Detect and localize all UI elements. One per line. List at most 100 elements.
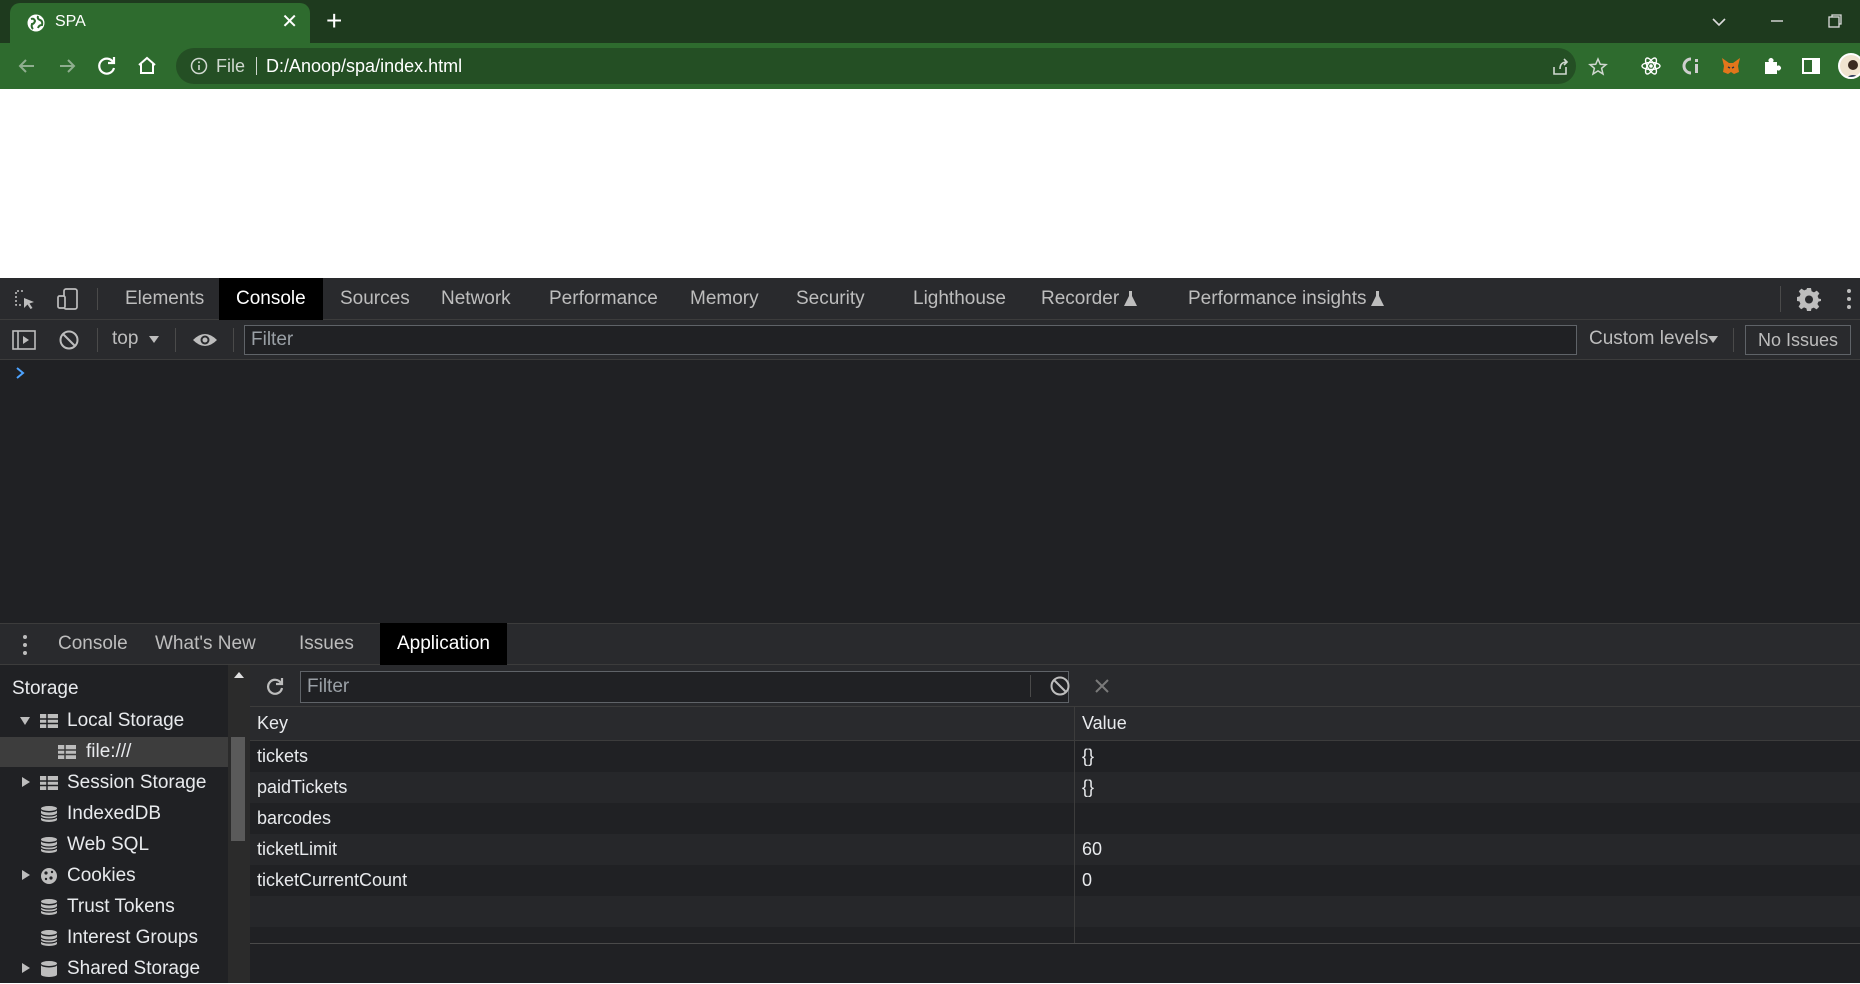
tree-item-label: IndexedDB	[67, 803, 162, 824]
table-row[interactable]: ticketLimit 60	[250, 834, 1860, 865]
live-expression-eye-icon[interactable]	[191, 330, 219, 350]
extensions-puzzle-icon[interactable]	[1761, 55, 1783, 77]
database-icon	[40, 806, 58, 822]
tree-file-origin[interactable]: file:///	[0, 737, 228, 767]
table-row[interactable]: paidTickets {}	[250, 772, 1860, 803]
scroll-thumb[interactable]	[231, 737, 245, 841]
react-devtools-icon[interactable]	[1640, 55, 1662, 77]
share-icon[interactable]	[1551, 57, 1571, 77]
database-icon	[41, 961, 57, 977]
tab-network[interactable]: Network	[424, 278, 528, 320]
bookmark-star-icon[interactable]	[1588, 57, 1608, 77]
clear-all-icon[interactable]	[1049, 675, 1071, 697]
console-prompt-icon	[16, 367, 25, 379]
table-grid-icon	[40, 714, 58, 728]
info-icon[interactable]	[190, 57, 208, 75]
toolbar-divider	[97, 328, 98, 352]
dropdown-arrow-icon[interactable]	[148, 335, 160, 345]
tab-performance-insights[interactable]: Performance insights	[1171, 278, 1383, 320]
tab-memory[interactable]: Memory	[673, 278, 776, 320]
tree-indexeddb[interactable]: IndexedDB	[0, 799, 228, 829]
tree-interest-groups[interactable]: Interest Groups	[0, 923, 228, 953]
settings-gear-icon[interactable]	[1796, 286, 1822, 312]
devtools-tabbar: Elements Console Sources Network Perform…	[0, 278, 1860, 320]
scroll-up-arrow-icon[interactable]	[233, 671, 245, 679]
console-toolbar: top Filter Custom levels No Issues	[0, 320, 1860, 360]
device-toolbar-icon[interactable]	[56, 287, 80, 311]
collapsed-arrow-icon[interactable]	[21, 776, 31, 788]
restore-icon[interactable]	[1820, 6, 1850, 36]
forward-icon[interactable]	[53, 52, 81, 80]
ci-extension-icon[interactable]	[1681, 55, 1703, 77]
tree-item-label: Session Storage	[67, 772, 207, 793]
tree-session-storage[interactable]: Session Storage	[0, 768, 228, 798]
storage-table: Key Value tickets {} paidTickets {} barc…	[250, 707, 1860, 944]
experimental-flask-icon	[1371, 291, 1384, 306]
tree-shared-storage[interactable]: Shared Storage	[0, 954, 228, 984]
tab-recorder[interactable]: Recorder	[1024, 278, 1136, 320]
console-output[interactable]	[0, 360, 1860, 601]
back-icon[interactable]	[13, 52, 41, 80]
row-key: ticketLimit	[257, 839, 338, 859]
dropdown-arrow-icon[interactable]	[1707, 335, 1719, 345]
address-bar[interactable]: File D:/Anoop/spa/index.html	[176, 48, 1608, 84]
show-sidebar-icon[interactable]	[11, 328, 37, 352]
expanded-arrow-icon[interactable]	[19, 716, 31, 726]
minimize-icon[interactable]	[1762, 6, 1792, 36]
tree-item-label: Web SQL	[67, 834, 150, 855]
url-separator	[256, 57, 257, 75]
drawer-tab-whats-new[interactable]: What's New	[138, 623, 273, 665]
page-viewport	[0, 89, 1860, 278]
globe-icon	[27, 14, 45, 32]
console-filter-input[interactable]: Filter	[244, 325, 1577, 355]
url-text[interactable]: D:/Anoop/spa/index.html	[266, 56, 462, 77]
storage-filter-input[interactable]: Filter	[300, 671, 1069, 703]
side-panel-icon[interactable]	[1800, 55, 1822, 77]
table-row[interactable]: barcodes	[250, 803, 1860, 834]
clear-console-icon[interactable]	[58, 329, 80, 351]
log-levels-dropdown[interactable]: Custom levels	[1589, 328, 1708, 350]
close-tab-icon[interactable]: ✕	[281, 11, 298, 33]
database-icon	[40, 837, 58, 853]
tab-security[interactable]: Security	[779, 278, 882, 320]
home-icon[interactable]	[133, 52, 161, 80]
column-header-key[interactable]: Key	[250, 708, 288, 738]
delete-selected-icon[interactable]	[1093, 677, 1111, 695]
drawer-tab-console[interactable]: Console	[41, 623, 145, 665]
browser-tab[interactable]: SPA ✕	[10, 3, 310, 43]
profile-avatar[interactable]	[1838, 53, 1860, 79]
tab-console[interactable]: Console	[219, 278, 323, 320]
row-key: barcodes	[257, 808, 332, 828]
new-tab-button[interactable]: +	[326, 6, 342, 36]
refresh-icon[interactable]	[264, 675, 286, 697]
tab-performance[interactable]: Performance	[532, 278, 675, 320]
context-selector[interactable]: top	[112, 328, 138, 350]
collapsed-arrow-icon[interactable]	[21, 869, 31, 881]
table-grid-icon	[58, 745, 76, 759]
metamask-fox-icon[interactable]	[1720, 55, 1742, 77]
drawer-tab-application[interactable]: Application	[380, 623, 507, 665]
drawer-menu-icon[interactable]	[19, 633, 31, 657]
tab-search-icon[interactable]	[1704, 6, 1734, 36]
column-header-value[interactable]: Value	[1075, 708, 1127, 738]
issues-button[interactable]: No Issues	[1745, 325, 1852, 355]
collapsed-arrow-icon[interactable]	[21, 962, 31, 974]
tree-trust-tokens[interactable]: Trust Tokens	[0, 892, 228, 922]
tab-lighthouse[interactable]: Lighthouse	[896, 278, 1023, 320]
tree-web-sql[interactable]: Web SQL	[0, 830, 228, 860]
inspect-element-icon[interactable]	[13, 288, 37, 312]
tab-elements[interactable]: Elements	[108, 278, 221, 320]
tree-local-storage[interactable]: Local Storage	[0, 706, 228, 736]
reload-icon[interactable]	[93, 52, 121, 80]
column-divider[interactable]	[1074, 707, 1075, 943]
tab-sources[interactable]: Sources	[323, 278, 427, 320]
drawer-tab-issues[interactable]: Issues	[282, 623, 371, 665]
table-row[interactable]: ticketCurrentCount 0	[250, 865, 1860, 896]
url-scheme-label: File	[216, 56, 246, 76]
sidebar-scrollbar[interactable]	[228, 665, 250, 983]
row-value: {}	[1082, 746, 1095, 766]
table-row[interactable]: tickets {}	[250, 741, 1860, 772]
row-value: 0	[1082, 870, 1093, 890]
more-options-icon[interactable]	[1843, 287, 1855, 311]
tree-cookies[interactable]: Cookies	[0, 861, 228, 891]
